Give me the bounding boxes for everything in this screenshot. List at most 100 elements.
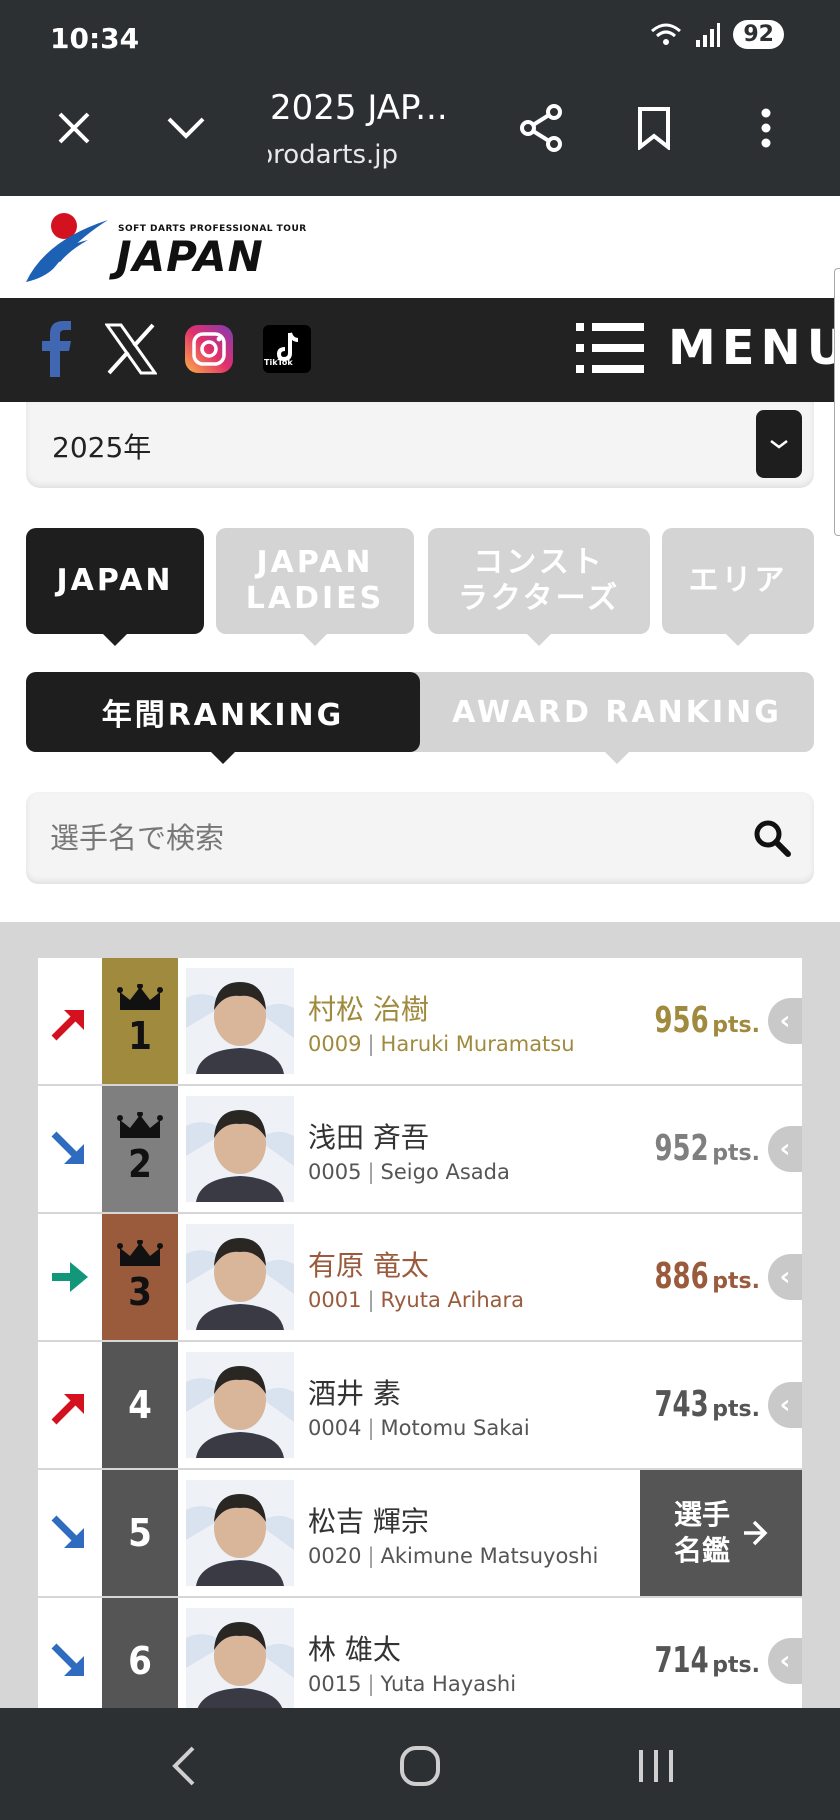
- tab-japan[interactable]: JAPAN: [26, 528, 204, 646]
- player-roman-name: Akimune Matsuyoshi: [380, 1544, 599, 1568]
- player-avatar-icon: [186, 1608, 294, 1708]
- row-expand-button[interactable]: ‹: [768, 1638, 802, 1684]
- tab-label: JAPAN LADIES: [245, 545, 385, 616]
- player-search: [26, 792, 814, 884]
- trend-same-icon: [52, 1262, 88, 1292]
- tab-label: 年間RANKING: [101, 698, 345, 733]
- player-avatar-icon: [186, 1096, 294, 1202]
- rank-number: 5: [128, 1511, 152, 1555]
- page-scrollbar[interactable]: [834, 268, 840, 536]
- tab-label: コンスト ラクターズ: [457, 545, 621, 616]
- arrow-right-icon: [744, 1520, 768, 1546]
- search-input[interactable]: [48, 792, 708, 884]
- chevron-down-icon: [167, 117, 205, 139]
- x-icon: [105, 323, 157, 375]
- player-number: 0020: [308, 1544, 362, 1568]
- rank-badge: 3: [102, 1214, 178, 1340]
- search-icon[interactable]: [752, 818, 792, 858]
- chevron-left-icon: ‹: [779, 1262, 791, 1292]
- tab-constructors[interactable]: コンスト ラクターズ: [428, 528, 650, 646]
- player-id: 0004 | Motomu Sakai: [308, 1416, 530, 1440]
- player-name[interactable]: 酒井 素: [308, 1372, 401, 1412]
- ranking-row[interactable]: 2 浅田 斉吾 0005 | Seigo Asada 952 pts. ‹: [38, 1086, 802, 1212]
- facebook-icon: [42, 321, 71, 377]
- share-button[interactable]: [512, 98, 572, 158]
- points-value: 952: [654, 1128, 709, 1169]
- points-unit: pts.: [712, 1653, 760, 1678]
- directory-label: 選手 名鑑: [673, 1498, 730, 1567]
- tab-award-ranking[interactable]: AWARD RANKING: [420, 672, 814, 764]
- points-value: 886: [654, 1256, 709, 1297]
- close-icon: [58, 112, 90, 144]
- tab-area[interactable]: エリア: [662, 528, 814, 646]
- player-number: 0004: [308, 1416, 362, 1440]
- more-vert-icon: [761, 108, 771, 148]
- player-points: 886 pts.: [641, 1256, 760, 1297]
- player-photo[interactable]: [186, 1096, 294, 1202]
- rank-badge: 6: [102, 1598, 178, 1708]
- system-nav-bar: [0, 1708, 840, 1820]
- x-link[interactable]: [102, 320, 160, 378]
- player-name[interactable]: 村松 治樹: [308, 988, 429, 1028]
- row-expand-button[interactable]: ‹: [768, 1382, 802, 1428]
- player-name[interactable]: 有原 竜太: [308, 1244, 429, 1284]
- nav-home-button[interactable]: [390, 1738, 450, 1794]
- player-name[interactable]: 松吉 輝宗: [308, 1500, 429, 1540]
- ranking-row[interactable]: 6 林 雄太 0015 | Yuta Hayashi 714 pts. ‹: [38, 1598, 802, 1708]
- id-divider: |: [367, 1416, 375, 1440]
- row-expand-button[interactable]: ‹: [768, 998, 802, 1044]
- tab-japan-ladies[interactable]: JAPAN LADIES: [216, 528, 414, 646]
- ranking-row[interactable]: 1 村松 治樹 0009|Haruki Muramatsu 956 pts.: [38, 958, 802, 1084]
- player-photo[interactable]: [186, 968, 294, 1074]
- rank-number: 1: [128, 1014, 152, 1058]
- ranking-list: 1 村松 治樹 0009|Haruki Muramatsu 956 pts.: [0, 922, 840, 1708]
- rank-number: 2: [128, 1142, 152, 1186]
- tab-label: エリア: [688, 563, 788, 598]
- player-avatar-icon: [186, 1480, 294, 1586]
- url-host[interactable]: prodarts.jp: [268, 140, 398, 170]
- close-tab-button[interactable]: [44, 98, 104, 158]
- points-unit: pts.: [712, 1397, 760, 1422]
- menu-button[interactable]: MENU: [576, 320, 840, 376]
- ranking-row[interactable]: 4 酒井 素 0004 | Motomu Sakai 743 pts. ‹: [38, 1342, 802, 1468]
- year-dropdown-toggle[interactable]: [756, 410, 802, 478]
- player-photo[interactable]: [186, 1224, 294, 1330]
- nav-recents-button[interactable]: [626, 1738, 686, 1794]
- tiktok-link[interactable]: TikTok: [258, 320, 316, 378]
- home-icon: [400, 1746, 440, 1786]
- signal-icon: [696, 22, 721, 47]
- rank-number: 3: [128, 1270, 152, 1314]
- player-roman-name: Haruki Muramatsu: [380, 1032, 575, 1056]
- player-photo[interactable]: [186, 1480, 294, 1586]
- rank-badge: 2: [102, 1086, 178, 1212]
- chevron-left-icon: ‹: [779, 1646, 791, 1676]
- rank-number: 6: [128, 1639, 152, 1683]
- player-avatar-icon: [186, 1224, 294, 1330]
- player-directory-button[interactable]: 選手 名鑑: [640, 1470, 802, 1596]
- dart-player-logo-icon: [26, 213, 108, 282]
- hamburger-icon: [576, 323, 644, 373]
- row-expand-button[interactable]: ‹: [768, 1126, 802, 1172]
- year-select[interactable]: 2025年: [26, 402, 814, 488]
- rank-number: 4: [128, 1383, 152, 1427]
- points-unit: pts.: [712, 1141, 760, 1166]
- player-name[interactable]: 林 雄太: [308, 1628, 401, 1668]
- bookmark-button[interactable]: [624, 98, 684, 158]
- id-divider: |: [367, 1544, 375, 1568]
- row-expand-button[interactable]: ‹: [768, 1254, 802, 1300]
- player-id: 0005 | Seigo Asada: [308, 1160, 510, 1184]
- page-title[interactable]: 2025 JAP...: [270, 88, 448, 128]
- player-name[interactable]: 浅田 斉吾: [308, 1116, 429, 1156]
- site-logo[interactable]: SOFT DARTS PROFESSIONAL TOUR JAPAN: [26, 210, 316, 286]
- facebook-link[interactable]: [26, 320, 84, 378]
- ranking-row[interactable]: 5 松吉 輝宗 0020 | Akimune Matsuyoshi 選手 名鑑: [38, 1470, 802, 1596]
- player-photo[interactable]: [186, 1352, 294, 1458]
- nav-back-button[interactable]: [154, 1738, 214, 1794]
- minimize-button[interactable]: [156, 98, 216, 158]
- player-photo[interactable]: [186, 1608, 294, 1708]
- more-options-button[interactable]: [736, 98, 796, 158]
- tab-annual-ranking[interactable]: 年間RANKING: [26, 672, 420, 764]
- ranking-row[interactable]: 3 有原 竜太 0001 | Ryuta Arihara 886 pts. ‹: [38, 1214, 802, 1340]
- social-menu-bar: TikTok MENU: [0, 298, 840, 402]
- instagram-link[interactable]: [180, 320, 238, 378]
